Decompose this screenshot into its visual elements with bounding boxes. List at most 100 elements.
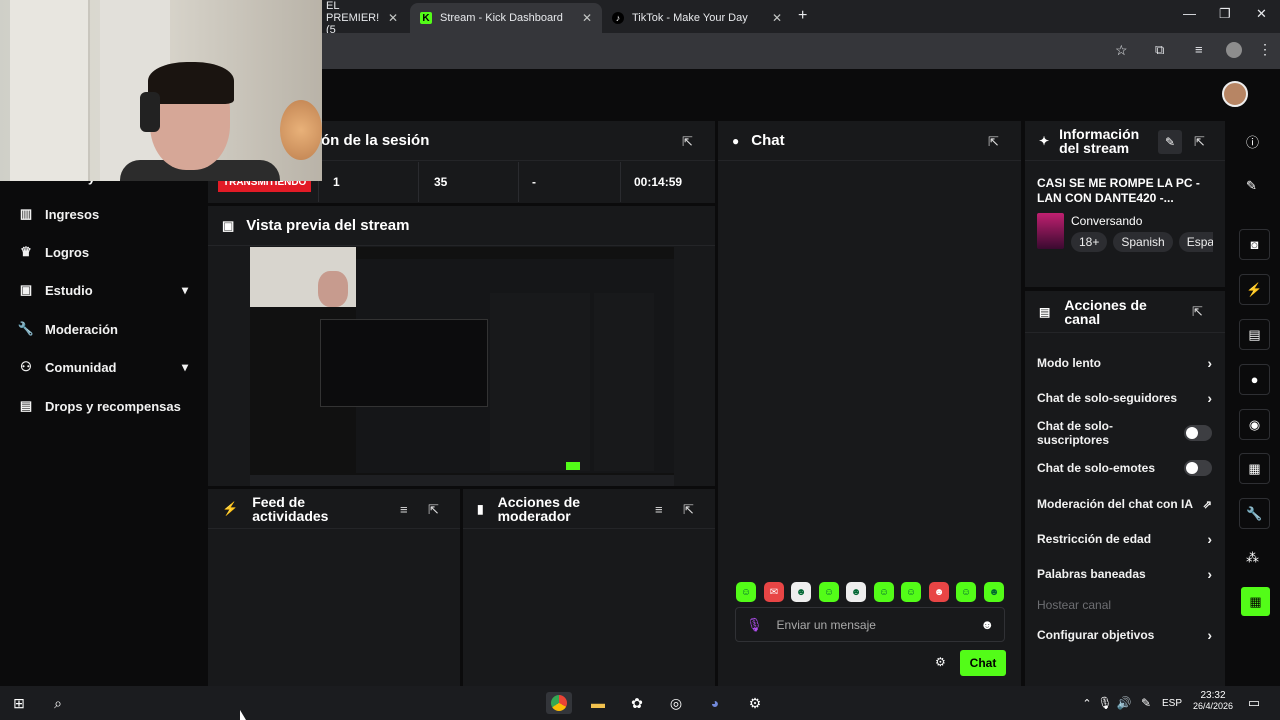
- slow-mode-row[interactable]: Modo lento ›: [1037, 353, 1212, 373]
- tab-tiktok[interactable]: ♪ TikTok - Make Your Day ✕: [602, 3, 792, 33]
- emote-icon[interactable]: ☺: [874, 582, 894, 602]
- divider: [518, 162, 519, 202]
- camera-icon[interactable]: ◙: [1239, 229, 1270, 260]
- star-icon[interactable]: ☆: [1115, 42, 1128, 59]
- pin-icon: ✦: [1039, 133, 1050, 148]
- popout-icon[interactable]: ⇱: [428, 502, 439, 518]
- search-icon[interactable]: ⌕: [47, 692, 69, 714]
- info-icon[interactable]: ⓘ: [1246, 132, 1259, 151]
- wrench-icon[interactable]: 🔧: [1239, 498, 1270, 529]
- popout-icon[interactable]: ⇱: [683, 502, 694, 518]
- media-icon[interactable]: ≡: [1195, 42, 1203, 57]
- channel-actions-icon: ▤: [1039, 304, 1051, 319]
- sidebar-item-logros[interactable]: ♛ Logros: [18, 241, 188, 263]
- chatgpt-icon[interactable]: ✿: [626, 692, 648, 714]
- clock[interactable]: 23:32 26/4/2026: [1190, 690, 1236, 711]
- tag-badge: Españ: [1178, 232, 1213, 252]
- close-icon[interactable]: ✕: [388, 11, 398, 25]
- popout-icon[interactable]: ⇱: [682, 134, 693, 150]
- pen-icon[interactable]: ✎: [1135, 692, 1157, 714]
- wrench-icon: 🔧: [17, 321, 35, 336]
- close-icon[interactable]: ✕: [772, 11, 782, 25]
- shield-icon: ▮: [477, 501, 484, 516]
- layout-icon[interactable]: ▦: [1239, 453, 1270, 484]
- subscribers-only-toggle[interactable]: [1184, 425, 1212, 441]
- avatar[interactable]: [1222, 81, 1248, 107]
- configure-goals-row[interactable]: Configurar objetivos ›: [1037, 625, 1212, 645]
- emote-icon[interactable]: ☻: [929, 582, 949, 602]
- emote-icon[interactable]: ☻: [984, 582, 1004, 602]
- stream-title-text: CASI SE ME ROMPE LA PC - LAN CON DANTE42…: [1037, 176, 1200, 205]
- edit-icon[interactable]: ✎: [1246, 178, 1257, 194]
- banned-words-row[interactable]: Palabras baneadas ›: [1037, 564, 1212, 584]
- followers-only-row[interactable]: Chat de solo-seguidores ›: [1037, 388, 1212, 408]
- chat-bubble-icon: ●: [732, 133, 740, 148]
- notification-icon[interactable]: ▭: [1243, 692, 1265, 714]
- emote-icon[interactable]: ☻: [791, 582, 811, 602]
- emotes-only-toggle[interactable]: [1184, 460, 1212, 476]
- popout-icon[interactable]: ⇱: [1194, 134, 1205, 150]
- emote-icon[interactable]: ☺: [901, 582, 921, 602]
- clapperboard-icon[interactable]: ▦: [1241, 587, 1270, 616]
- host-channel-row: Hostear canal: [1037, 598, 1112, 612]
- volume-icon[interactable]: 🔊: [1113, 692, 1135, 714]
- sidebar-item-ingresos[interactable]: ▥ Ingresos: [18, 203, 188, 225]
- studio-icon: ▣: [19, 282, 33, 297]
- profile-icon[interactable]: [1226, 42, 1242, 58]
- stream-preview-video[interactable]: [250, 247, 674, 486]
- sidebar-item-estudio[interactable]: ▣ Estudio ▾: [18, 279, 188, 301]
- edit-icon[interactable]: ✎: [1158, 130, 1182, 154]
- steam-icon[interactable]: ⚙: [744, 692, 766, 714]
- folder-icon[interactable]: ▬: [587, 692, 609, 714]
- filter-icon[interactable]: ≡: [655, 502, 663, 517]
- mouse-cursor-icon: [240, 710, 246, 720]
- session-stat-viewers: 1: [333, 175, 340, 189]
- chat-panel: ● Chat ⇱: [718, 121, 1021, 686]
- sidebar-item-comunidad[interactable]: ⚇ Comunidad ▾: [18, 356, 188, 378]
- ai-moderation-row[interactable]: Moderación del chat con IA ⇗: [1037, 494, 1212, 514]
- new-tab-button[interactable]: +: [798, 7, 807, 25]
- stream-info-title: Información del stream: [1059, 125, 1140, 156]
- community-icon[interactable]: ⁂: [1246, 550, 1259, 566]
- emote-icon[interactable]: ☻: [846, 582, 866, 602]
- emoji-icon[interactable]: ☻: [980, 617, 994, 632]
- obs-icon[interactable]: ◎: [665, 692, 687, 714]
- age-restriction-row[interactable]: Restricción de edad ›: [1037, 529, 1212, 549]
- language-indicator[interactable]: ESP: [1162, 698, 1182, 709]
- maximize-icon[interactable]: ❐: [1219, 6, 1231, 22]
- popout-icon[interactable]: ⇱: [988, 134, 999, 150]
- discord-icon[interactable]: ◕: [704, 692, 726, 714]
- mod-actions-title: Acciones de moderador: [497, 493, 581, 524]
- windows-start-icon[interactable]: ⊞: [8, 692, 30, 714]
- sidebar-item-drops[interactable]: ▤ Drops y recompensas: [18, 395, 208, 417]
- tab-premier[interactable]: EL PREMIER! (5 ✕: [316, 0, 408, 36]
- close-window-icon[interactable]: ✕: [1256, 6, 1267, 22]
- filter-icon[interactable]: ≡: [400, 502, 408, 517]
- send-chat-button[interactable]: Chat: [960, 650, 1006, 676]
- popout-icon[interactable]: ⇱: [1192, 304, 1203, 320]
- feed-title: Feed de actividades: [252, 493, 329, 524]
- chat-title: Chat: [751, 132, 785, 149]
- microphone-icon[interactable]: 🎙: [746, 617, 763, 633]
- settings-gear-icon[interactable]: ⚙: [935, 655, 946, 669]
- emote-icon[interactable]: ☺: [819, 582, 839, 602]
- minimize-icon[interactable]: —: [1183, 6, 1196, 21]
- menu-icon[interactable]: ⋮: [1258, 41, 1272, 58]
- tab-kick-dashboard[interactable]: K Stream - Kick Dashboard ✕: [410, 3, 602, 33]
- preview-icon: ▣: [222, 217, 235, 233]
- emote-icon[interactable]: ☺: [956, 582, 976, 602]
- emote-icon[interactable]: ☺: [736, 582, 756, 602]
- broadcast-icon[interactable]: ◉: [1239, 409, 1270, 440]
- chevron-right-icon: ›: [1207, 390, 1212, 406]
- extensions-icon[interactable]: ⧉: [1155, 42, 1164, 58]
- category-name[interactable]: Conversando: [1071, 214, 1142, 228]
- chrome-icon[interactable]: [546, 692, 572, 714]
- close-icon[interactable]: ✕: [582, 11, 592, 25]
- lightning-icon[interactable]: ⚡: [1239, 274, 1270, 305]
- document-icon[interactable]: ▤: [1239, 319, 1270, 350]
- sidebar-item-moderacion[interactable]: 🔧 Moderación: [18, 318, 188, 340]
- chat-bubble-icon[interactable]: ●: [1239, 364, 1270, 395]
- chat-input[interactable]: 🎙 Enviar un mensaje ☻: [735, 607, 1005, 642]
- emote-icon[interactable]: ✉: [764, 582, 784, 602]
- mod-actions-panel: ▮ Acciones de moderador ≡ ⇱: [463, 489, 715, 686]
